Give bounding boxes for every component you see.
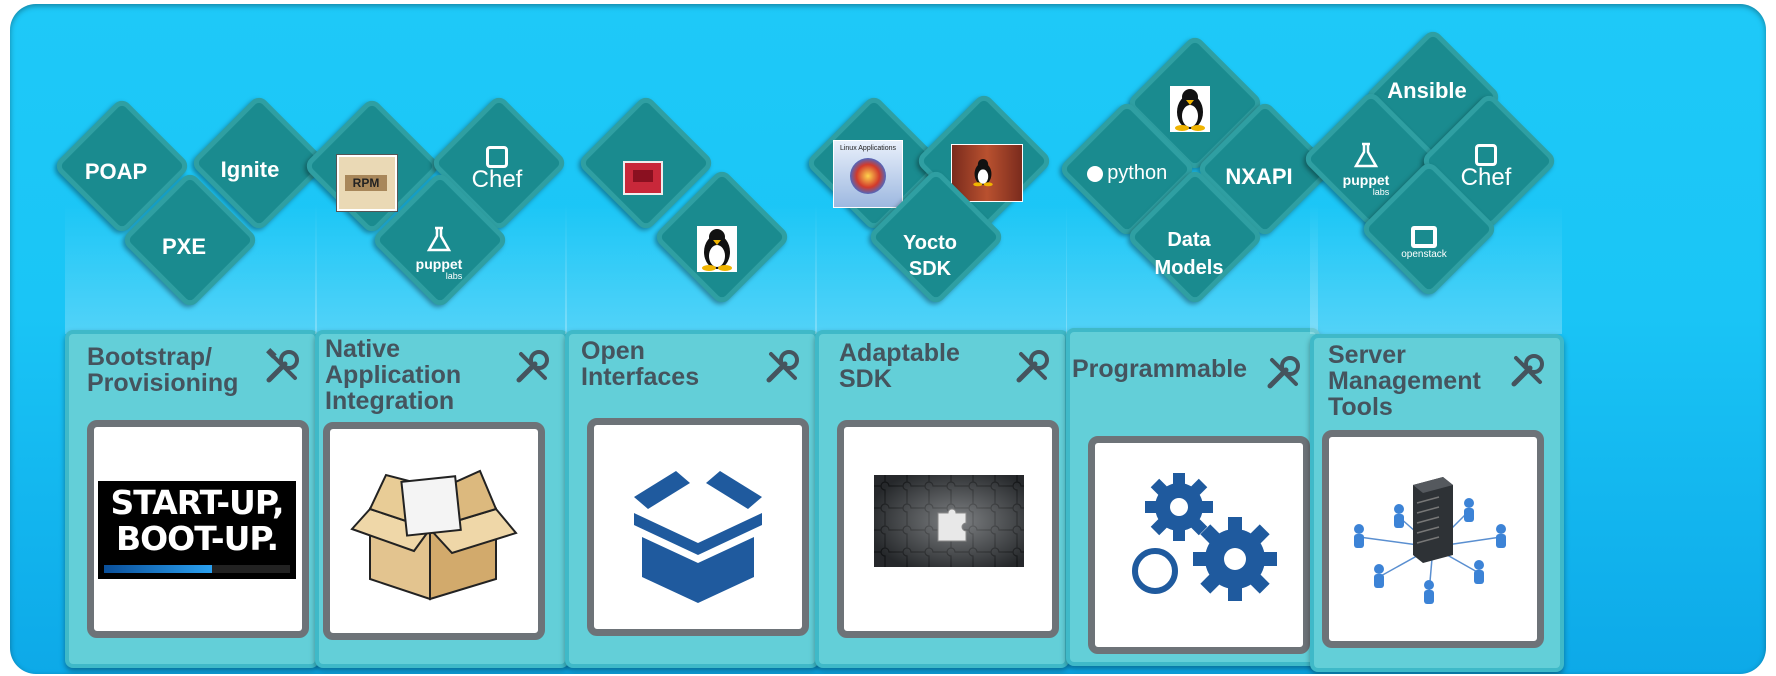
gears-icon	[1132, 473, 1277, 601]
diamond-ignite-label: Ignite	[220, 157, 280, 182]
tux-icon	[973, 159, 993, 187]
tux-icon	[697, 226, 737, 272]
python-label: python	[1107, 162, 1168, 184]
card-title: Adaptable SDK	[839, 339, 960, 393]
python-logo: python	[1064, 162, 1190, 192]
tools-icon	[1511, 354, 1544, 387]
image-frame	[1322, 430, 1544, 648]
column-server-management: Ansible puppet labs Chef openstack Serve…	[1301, 4, 1564, 674]
tools-icon	[516, 350, 549, 383]
image-frame	[323, 422, 545, 640]
puppet-label: puppet	[415, 256, 463, 272]
column-open-interfaces: Open Interfaces	[565, 4, 819, 674]
image-frame: START-UP, BOOT-UP.	[87, 420, 309, 638]
tools-icon	[766, 350, 799, 383]
linux-apps-icon: Linux Applications	[833, 140, 903, 208]
chef-label: Chef	[471, 166, 523, 193]
card-server-management: Server Management Tools	[1310, 334, 1564, 672]
logo-line-1: START-UP,	[110, 483, 285, 522]
card-open-interfaces: Open Interfaces	[565, 330, 819, 668]
logo-line-2: BOOT-UP.	[115, 519, 279, 558]
card-native-app: Native Application Integration	[315, 330, 569, 668]
openstack-logo: openstack	[1382, 226, 1466, 266]
card-title: Server Management Tools	[1328, 341, 1481, 421]
apps-spheres	[850, 158, 886, 194]
open-box-icon	[634, 471, 762, 603]
image-frame	[837, 420, 1059, 638]
rpm-icon: RPM	[337, 155, 397, 211]
diamond-yocto-label: Yocto SDK	[902, 232, 958, 280]
diamond-data-models-label: Data Models	[1154, 229, 1224, 279]
python-icon	[1086, 165, 1103, 182]
progress-bar	[104, 565, 290, 573]
card-title: Programmable	[1072, 355, 1248, 383]
tux-icon	[1170, 86, 1210, 132]
column-bootstrap: POAP Ignite PXE Bootstrap/ Provisioning …	[52, 4, 329, 674]
card-title: Bootstrap/ Provisioning	[87, 343, 239, 397]
column-adaptable-sdk: Linux Applications Yocto SDK Adaptable S…	[804, 4, 1069, 674]
chef-logo: Chef	[455, 146, 539, 196]
puppet-flask-icon	[426, 226, 452, 252]
server-network-icon	[1354, 477, 1506, 604]
diamond-poap-label: POAP	[84, 159, 148, 184]
card-bootstrap: Bootstrap/ Provisioning START-UP, BOOT-U…	[65, 330, 319, 668]
chip-core	[633, 170, 653, 182]
openstack-icon	[1411, 226, 1437, 248]
tools-icon	[1016, 350, 1049, 383]
rpm-label: RPM	[345, 175, 387, 191]
card-title: Native Application Integration	[325, 335, 462, 415]
puppet-flask-icon	[1353, 142, 1379, 168]
chef-icon	[486, 146, 508, 168]
image-frame	[587, 418, 809, 636]
chip-icon	[623, 161, 663, 195]
start-up-boot-up-logo: START-UP, BOOT-UP.	[98, 481, 296, 579]
openstack-label: openstack	[1401, 249, 1447, 260]
tools-icon	[1267, 356, 1300, 389]
card-programmable: Programmable	[1066, 328, 1320, 666]
puppet-logo: puppet labs	[397, 226, 481, 286]
puppet-sub-label: labs	[445, 271, 463, 281]
tools-icon	[266, 348, 299, 383]
chef-icon	[1475, 144, 1497, 166]
progress-fill	[104, 565, 212, 573]
card-title: Open Interfaces	[581, 337, 700, 391]
linux-apps-label: Linux Applications	[839, 145, 897, 152]
column-programmable: python NXAPI Data Models Programmable	[1057, 4, 1335, 674]
diamond-pxe-label: PXE	[161, 234, 207, 259]
image-frame	[1088, 436, 1310, 654]
puppet-label: puppet	[1342, 172, 1390, 188]
puzzle-icon	[874, 475, 1024, 567]
card-adaptable-sdk: Adaptable SDK	[815, 330, 1069, 668]
column-native-app: RPM Chef puppet labs Native Application …	[302, 4, 569, 674]
diagram-canvas: POAP Ignite PXE Bootstrap/ Provisioning …	[10, 4, 1766, 674]
open-cardboard-box-icon	[350, 469, 518, 601]
